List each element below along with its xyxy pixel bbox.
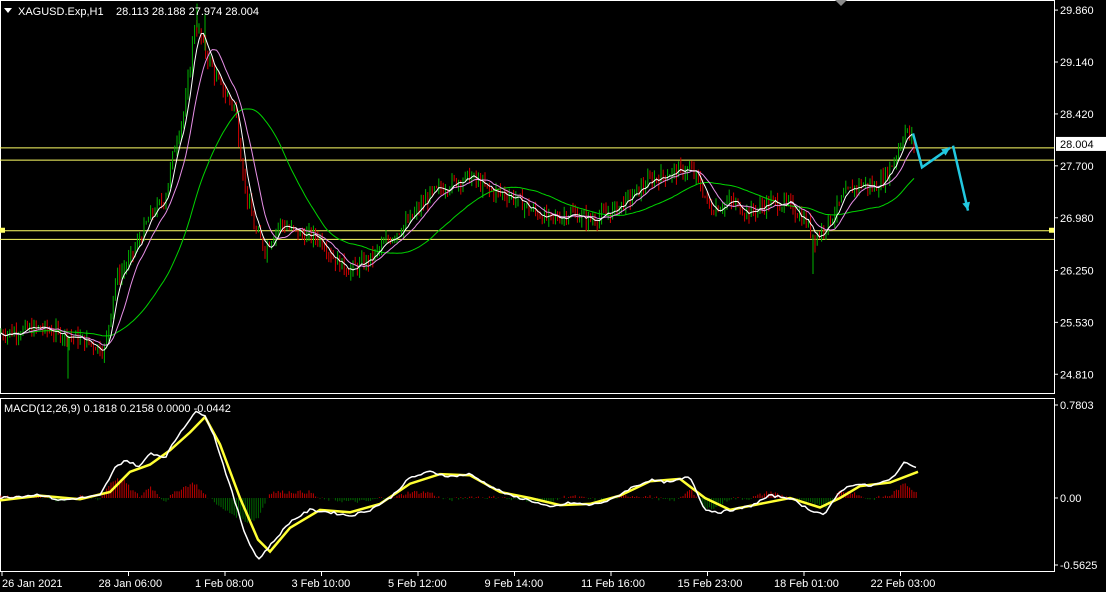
svg-text:28.004: 28.004: [1060, 139, 1094, 151]
price-tick-label: 24.810: [1060, 369, 1094, 381]
ohlc-values: 28.113 28.188 27.974 28.004: [116, 6, 259, 18]
level-marker: [1049, 227, 1054, 233]
level-marker: [0, 227, 5, 233]
price-tick-label: 25.530: [1060, 317, 1094, 329]
time-tick-label: 9 Feb 14:00: [485, 578, 544, 590]
macd-tick-label: -0.5625: [1060, 560, 1097, 572]
trading-chart[interactable]: XAGUSD.Exp,H1 28.113 28.188 27.974 28.00…: [0, 0, 1106, 592]
time-tick-label: 5 Feb 12:00: [388, 578, 447, 590]
price-tick-label: 26.980: [1060, 213, 1094, 225]
symbol-label: XAGUSD.Exp,H1: [18, 6, 104, 18]
macd-label: MACD(12,26,9) 0.1818 0.2158 0.0000 -0.04…: [4, 403, 231, 415]
time-tick-label: 15 Feb 23:00: [678, 578, 743, 590]
time-tick-label: 1 Feb 08:00: [195, 578, 254, 590]
time-tick-label: 3 Feb 10:00: [292, 578, 351, 590]
price-tick-label: 28.420: [1060, 109, 1094, 121]
macd-tick-label: 0.7803: [1060, 400, 1094, 412]
price-tick-label: 29.140: [1060, 57, 1094, 69]
current-price-tag: 28.004: [1056, 136, 1106, 151]
time-tick-label: 11 Feb 16:00: [581, 578, 645, 590]
price-tick-label: 26.250: [1060, 265, 1094, 277]
time-tick-label: 18 Feb 01:00: [774, 578, 839, 590]
time-tick-label: 22 Feb 03:00: [871, 578, 936, 590]
time-tick-label: 28 Jan 06:00: [99, 578, 163, 590]
time-tick-label: 26 Jan 2021: [2, 578, 63, 590]
price-tick-label: 29.860: [1060, 5, 1094, 17]
price-tick-label: 27.700: [1060, 161, 1094, 173]
macd-tick-label: 0.00: [1060, 493, 1081, 505]
